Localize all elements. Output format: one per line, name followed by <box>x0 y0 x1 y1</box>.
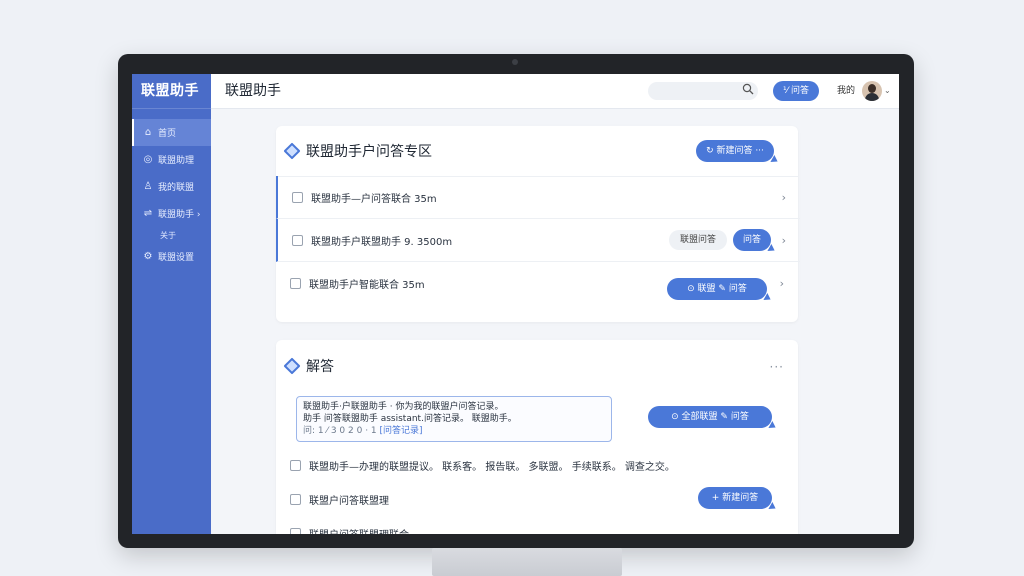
sidebar-subitem-about[interactable]: 关于 <box>132 227 211 243</box>
sidebar-item-home[interactable]: ⌂ 首页 <box>132 119 211 146</box>
chevron-right-icon[interactable]: › <box>782 191 786 204</box>
row-text: 联盟助手—户问答联合 35m <box>311 193 437 205</box>
diamond-icon <box>283 357 301 375</box>
more-icon[interactable]: ··· <box>770 360 784 374</box>
avatar[interactable] <box>862 81 882 101</box>
avatar-body <box>865 93 879 101</box>
answer-line: 问: 1 ⁄ 3 0 2 0 · 1 [问答记录] <box>303 425 605 437</box>
answer-line: 联盟助手·户联盟助手 · 你为我的联盟户问答记录。 <box>303 402 504 412</box>
answer-link[interactable]: [问答记录] <box>380 426 423 436</box>
monitor-stand <box>432 548 622 576</box>
answer-card-header: 解答 ··· <box>276 340 798 392</box>
list-item[interactable]: 联盟户问答联盟理联合 <box>276 522 798 534</box>
sidebar: 联盟助手 ⌂ 首页 ◎ 联盟助理 ♙ 我的联盟 ⇌ 联盟助手 › 关于 ⚙ 联盟… <box>132 74 211 534</box>
page-title: 联盟助手 <box>225 83 281 99</box>
row-checkbox[interactable] <box>292 191 303 203</box>
row-checkbox[interactable] <box>290 459 301 471</box>
chat-icon: ◎ <box>143 154 153 165</box>
qa-card-header: 联盟助手户问答专区 ↻ 新建问答 ··· <box>276 126 798 177</box>
row-checkbox[interactable] <box>292 234 303 246</box>
sidebar-item-label: 首页 <box>158 129 177 139</box>
header-qa-button[interactable]: ⅟ 问答 <box>773 81 819 101</box>
list-item[interactable]: 联盟助手—户问答联合 35m › <box>276 176 800 219</box>
answer-line: 助手 问答联盟助手 assistant.问答记录。 联盟助手。 <box>303 414 517 424</box>
list-item[interactable]: 联盟助手—办理的联盟提议。 联系客。 报告联。 多联盟。 手续联系。 调查之交。 <box>276 454 798 476</box>
row-checkbox[interactable] <box>290 277 301 289</box>
row-text: 联盟助手—办理的联盟提议。 联系客。 报告联。 多联盟。 手续联系。 调查之交。 <box>309 461 675 473</box>
answer-action-button[interactable]: ⊙ 全部联盟 ✎ 问答 <box>648 406 772 428</box>
answer-card: 解答 ··· 联盟助手·户联盟助手 · 你为我的联盟户问答记录。 助手 问答联盟… <box>276 340 798 534</box>
sidebar-item-label: 我的联盟 <box>158 183 195 193</box>
share-icon: ⇌ <box>143 208 153 219</box>
new-qa-button[interactable]: ↻ 新建问答 ··· <box>696 140 774 162</box>
sidebar-item-label: 联盟助手 › <box>158 210 201 220</box>
list-item[interactable]: 联盟助手户智能联合 35m ⊙ 联盟 ✎ 问答 › <box>276 262 798 304</box>
avatar-head <box>868 84 876 93</box>
answer-textarea[interactable]: 联盟助手·户联盟助手 · 你为我的联盟户问答记录。 助手 问答联盟助手 assi… <box>296 396 612 442</box>
row-checkbox[interactable] <box>290 527 301 534</box>
qa-card: 联盟助手户问答专区 ↻ 新建问答 ··· 联盟助手—户问答联合 35m › 联盟… <box>276 126 800 322</box>
app-screen: 联盟助手 ⌂ 首页 ◎ 联盟助理 ♙ 我的联盟 ⇌ 联盟助手 › 关于 ⚙ 联盟… <box>132 74 899 534</box>
chevron-right-icon[interactable]: › <box>780 277 784 290</box>
chevron-down-icon[interactable]: ⌄ <box>884 74 891 108</box>
qa-card-title: 联盟助手户问答专区 <box>306 144 432 160</box>
diamond-icon <box>283 142 301 160</box>
answer-card-title: 解答 <box>306 359 334 375</box>
list-item[interactable]: 联盟助手户联盟助手 9. 3500m 联盟问答 问答 › <box>276 219 800 262</box>
sidebar-item-label: 联盟设置 <box>158 253 195 263</box>
sidebar-item-settings[interactable]: ⚙ 联盟设置 <box>132 243 211 270</box>
top-header: 联盟助手 ⅟ 问答 我的 ⌄ <box>211 74 899 109</box>
monitor-frame: 联盟助手 ⌂ 首页 ◎ 联盟助理 ♙ 我的联盟 ⇌ 联盟助手 › 关于 ⚙ 联盟… <box>118 54 914 548</box>
home-icon: ⌂ <box>144 127 152 138</box>
row-text: 联盟户问答联盟理 <box>309 495 389 507</box>
user-name[interactable]: 我的 <box>837 74 855 108</box>
qa-row-button[interactable]: 问答 <box>733 229 771 251</box>
chevron-right-icon[interactable]: › <box>782 234 786 247</box>
row-text: 联盟助手户联盟助手 9. 3500m <box>311 236 453 248</box>
status-badge: 联盟问答 <box>669 230 727 250</box>
list-item[interactable]: 联盟户问答联盟理 + 新建问答 <box>276 487 798 510</box>
sidebar-item-helper[interactable]: ⇌ 联盟助手 › <box>132 200 211 227</box>
answer-meta: 问: 1 ⁄ 3 0 2 0 · 1 <box>303 426 380 436</box>
search-input[interactable] <box>648 82 758 100</box>
new-qa-button[interactable]: + 新建问答 <box>698 487 772 509</box>
sidebar-nav: ⌂ 首页 ◎ 联盟助理 ♙ 我的联盟 ⇌ 联盟助手 › 关于 ⚙ 联盟设置 <box>132 119 211 270</box>
row-text: 联盟助手户智能联合 35m <box>309 279 425 291</box>
sidebar-item-label: 联盟助理 <box>158 156 195 166</box>
settings-icon: ⚙ <box>143 251 153 262</box>
sidebar-item-my-alliance[interactable]: ♙ 我的联盟 <box>132 173 211 200</box>
qa-row-button[interactable]: ⊙ 联盟 ✎ 问答 <box>667 278 767 300</box>
search-icon[interactable] <box>742 83 754 95</box>
row-checkbox[interactable] <box>290 493 301 505</box>
row-text: 联盟户问答联盟理联合 <box>309 526 409 535</box>
sidebar-item-assistant[interactable]: ◎ 联盟助理 <box>132 146 211 173</box>
camera-dot <box>512 59 518 65</box>
user-icon: ♙ <box>143 181 153 192</box>
brand-logo: 联盟助手 <box>132 74 211 109</box>
